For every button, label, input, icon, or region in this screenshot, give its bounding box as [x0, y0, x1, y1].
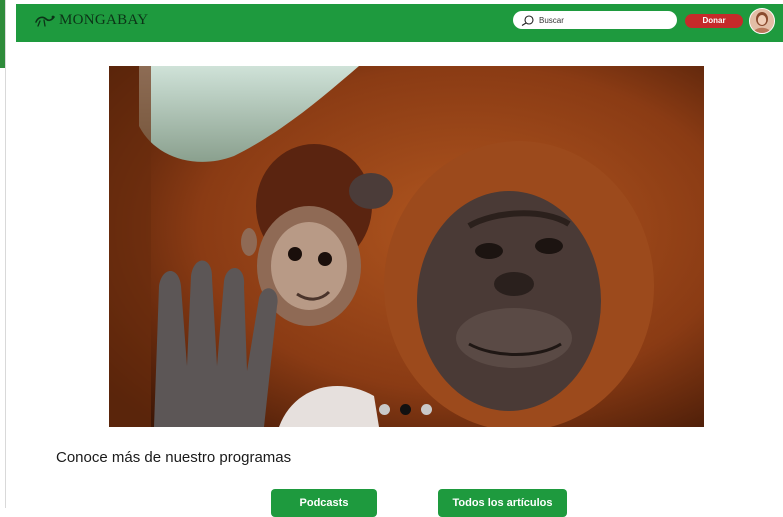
search-box[interactable]	[513, 11, 677, 29]
hero-carousel[interactable]	[109, 66, 704, 427]
side-divider	[5, 0, 6, 508]
search-input[interactable]	[539, 15, 669, 25]
carousel-dot-3[interactable]	[421, 404, 432, 415]
hero-image	[109, 66, 704, 427]
logo-text: MONGABAY	[59, 12, 149, 28]
avatar[interactable]	[749, 8, 775, 34]
carousel-dot-1[interactable]	[379, 404, 390, 415]
carousel-dot-2[interactable]	[400, 404, 411, 415]
carousel-indicators	[379, 404, 432, 415]
donate-button[interactable]: Donar	[685, 14, 743, 28]
podcasts-button[interactable]: Podcasts	[271, 489, 377, 517]
avatar-icon	[750, 9, 774, 33]
lizard-logo-icon	[35, 15, 55, 27]
search-icon	[521, 14, 534, 26]
site-logo[interactable]: MONGABAY	[34, 12, 148, 29]
top-nav-bar: MONGABAY Donar	[16, 4, 783, 42]
section-title: Conoce más de nuestro programas	[56, 449, 292, 466]
all-articles-button[interactable]: Todos los artículos	[438, 489, 567, 517]
